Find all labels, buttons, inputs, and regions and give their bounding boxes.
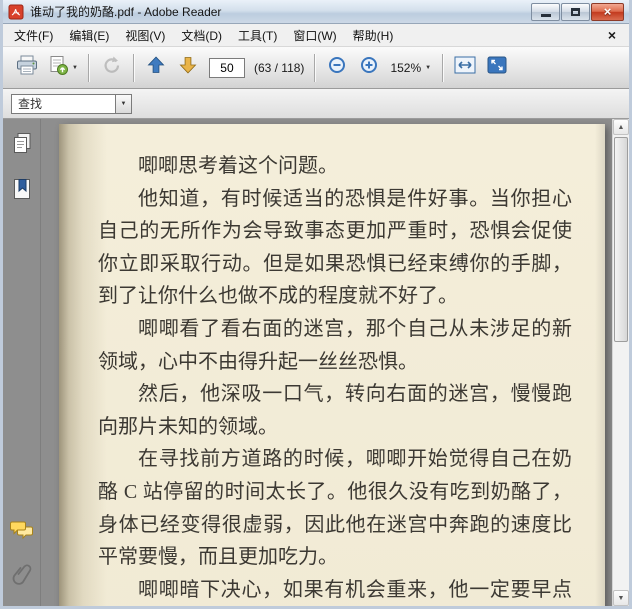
comments-icon (9, 519, 35, 548)
window-title: 谁动了我的奶酪.pdf - Adobe Reader (30, 5, 222, 19)
menu-item[interactable]: 编辑(E) (61, 24, 117, 46)
paragraph: 唧唧思考着这个问题。 (138, 155, 338, 177)
upload-dropdown-icon: ▼ (72, 64, 78, 71)
find-dropdown-button[interactable]: ▼ (115, 93, 132, 114)
page-count-label: (63 / 118) (253, 60, 305, 75)
adobe-reader-window: 谁动了我的奶酪.pdf - Adobe Reader × 文件(F) 编辑(E) 视… (0, 0, 632, 609)
previous-view-button[interactable] (96, 52, 126, 84)
toolbar-separator (132, 53, 134, 82)
paragraph: 他知道，有时候适当的恐惧是件好事。当你担心自己的无所作为会导致事态更加严重时，恐… (98, 187, 572, 308)
comments-button[interactable] (8, 519, 36, 547)
scroll-down-button[interactable]: ▼ (613, 590, 629, 606)
page-thumbnails-button[interactable] (8, 131, 36, 159)
previous-view-icon (100, 55, 122, 80)
toolbar-separator (87, 53, 89, 82)
find-input[interactable] (11, 93, 115, 114)
zoom-in-button[interactable] (354, 52, 384, 84)
zoom-in-icon (359, 55, 379, 80)
menu: 文件(F) 编辑(E) 视图(V) 文档(D) 工具(T) 窗口(W) 帮助(H) (6, 24, 401, 46)
title-bar: 谁动了我的奶酪.pdf - Adobe Reader × (3, 0, 629, 24)
page-thumbnails-icon (10, 131, 34, 160)
toolbar-separator (314, 53, 316, 82)
zoom-level-value: 152% (390, 60, 422, 75)
full-screen-icon (486, 55, 508, 80)
next-page-button[interactable] (173, 52, 203, 84)
paragraph: 唧唧看了看右面的迷宫，那个自己从未涉足的新领域，心中不由得升起一丝丝恐惧。 (98, 317, 572, 373)
find-dropdown-icon: ▼ (120, 100, 127, 107)
minimize-button[interactable] (531, 2, 560, 21)
pdf-page: 唧唧思考着这个问题。他知道，有时候适当的恐惧是件好事。当你担心自己的无所作为会导… (59, 124, 605, 606)
arrow-down-icon (178, 55, 198, 80)
fit-width-button[interactable] (450, 52, 480, 84)
menu-item[interactable]: 帮助(H) (345, 24, 402, 46)
toolbar: ▼ 50 (63 / 118) 152% ▼ (3, 47, 629, 89)
printer-icon (15, 54, 39, 81)
full-screen-button[interactable] (482, 52, 512, 84)
find-bar: ▼ (3, 89, 629, 119)
close-button[interactable]: × (591, 2, 624, 21)
toolbar-separator (442, 53, 444, 82)
arrow-up-icon (146, 55, 166, 80)
menu-bar: 文件(F) 编辑(E) 视图(V) 文档(D) 工具(T) 窗口(W) 帮助(H) × (3, 24, 629, 47)
print-button[interactable] (12, 52, 42, 84)
maximize-icon (571, 7, 580, 16)
previous-page-button[interactable] (141, 52, 171, 84)
menu-item[interactable]: 文件(F) (6, 24, 61, 46)
zoom-out-icon (327, 55, 347, 80)
menu-item[interactable]: 工具(T) (230, 24, 285, 46)
paragraph: 然后，他深吸一口气，转向右面的迷宫，慢慢跑向那片未知的领域。 (98, 383, 572, 438)
paperclip-icon (12, 562, 32, 593)
scroll-up-button[interactable]: ▲ (613, 119, 629, 135)
menu-item[interactable]: 窗口(W) (285, 24, 344, 46)
fit-width-icon (453, 55, 477, 80)
vertical-scrollbar[interactable]: ▲ ▼ (612, 119, 629, 606)
menu-item[interactable]: 文档(D) (173, 24, 230, 46)
pdf-file-icon (8, 4, 24, 20)
document-close-button[interactable]: × (598, 27, 626, 43)
zoom-level-combo[interactable]: 152% ▼ (385, 56, 436, 80)
window-controls: × (531, 2, 624, 21)
maximize-button[interactable] (561, 2, 590, 21)
navigation-pane (3, 119, 41, 606)
bookmarks-icon (10, 177, 34, 206)
bookmarks-button[interactable] (8, 177, 36, 205)
paragraph: 在寻找前方道路的时候，唧唧开始觉得自己在奶酪 C 站停留的时间太长了。他很久没有… (98, 448, 572, 569)
scrollbar-thumb[interactable] (614, 137, 628, 342)
upload-document-button[interactable]: ▼ (44, 52, 81, 84)
page-number-input[interactable] (208, 57, 245, 78)
minimize-icon (540, 14, 551, 17)
content-area: 唧唧思考着这个问题。他知道，有时候适当的恐惧是件好事。当你担心自己的无所作为会导… (3, 119, 629, 606)
document-area[interactable]: 唧唧思考着这个问题。他知道，有时候适当的恐惧是件好事。当你担心自己的无所作为会导… (41, 119, 612, 606)
find-combo: ▼ (11, 93, 132, 114)
menu-item[interactable]: 视图(V) (117, 24, 173, 46)
upload-document-icon (47, 55, 69, 81)
zoom-out-button[interactable] (322, 52, 352, 84)
attachments-button[interactable] (8, 563, 36, 591)
zoom-dropdown-icon: ▼ (425, 64, 432, 71)
page-text: 唧唧思考着这个问题。他知道，有时候适当的恐惧是件好事。当你担心自己的无所作为会导… (98, 150, 572, 606)
paragraph: 唧唧暗下决心，如果有机会重来，他一定要早点离开自己的安乐窝，早点适应变化。这样事… (138, 578, 572, 601)
